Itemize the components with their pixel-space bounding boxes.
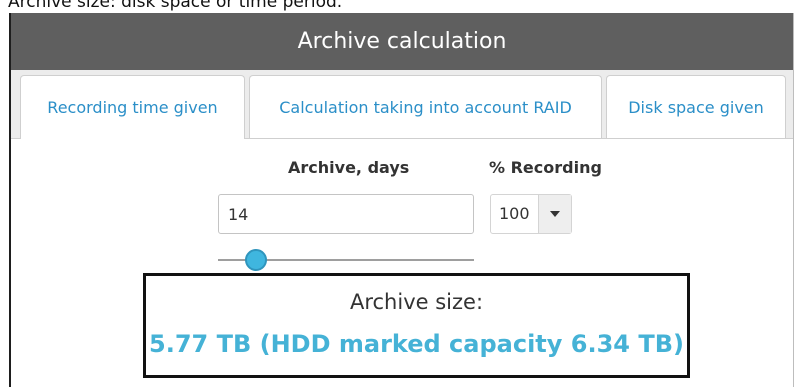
tab-disk-space-given[interactable]: Disk space given	[606, 75, 786, 138]
archive-days-slider-thumb[interactable]	[245, 249, 268, 271]
dropdown-button[interactable]	[538, 195, 571, 233]
recording-percent-label: % Recording	[489, 158, 602, 177]
caret-down-icon	[550, 211, 560, 217]
recording-percent-value: 100	[499, 204, 530, 223]
archive-size-result: Archive size: 5.77 TB (HDD marked capaci…	[143, 273, 690, 378]
archive-days-input[interactable]	[218, 194, 474, 234]
archive-days-label: Archive, days	[288, 158, 410, 177]
panel-title: Archive calculation	[297, 29, 507, 54]
tab-recording-time-given[interactable]: Recording time given	[20, 75, 245, 139]
tab-bar: Recording time given Calculation taking …	[11, 70, 793, 139]
recording-percent-select[interactable]: 100	[490, 194, 572, 234]
page-caption: Archive size: disk space or time period.	[8, 0, 343, 12]
archive-size-title: Archive size:	[349, 290, 484, 314]
panel-header: Archive calculation	[11, 13, 793, 70]
archive-size-value: 5.77 TB (HDD marked capacity 6.34 TB)	[149, 330, 684, 358]
tab-calculation-raid[interactable]: Calculation taking into account RAID	[249, 75, 602, 138]
archive-calculator-panel: Archive calculation Recording time given…	[9, 13, 794, 387]
